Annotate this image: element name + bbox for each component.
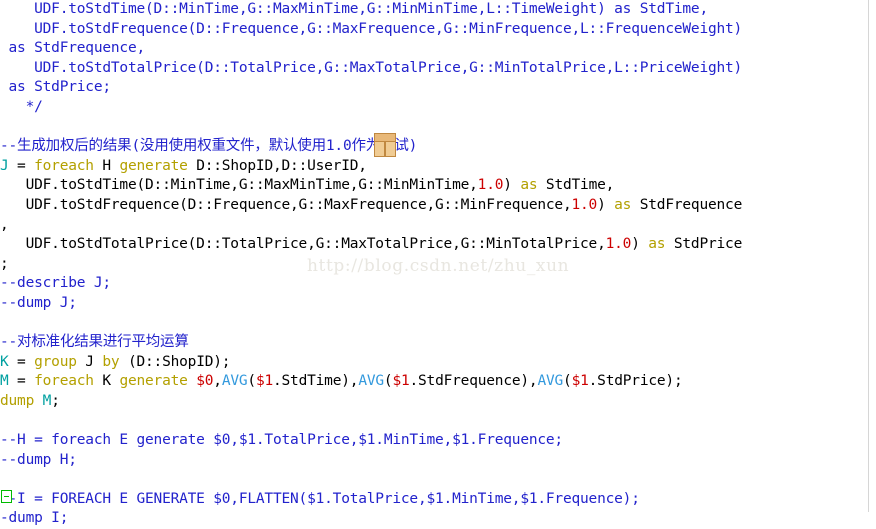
- code-token-comment: --对标准化结果进行平均运算: [0, 334, 189, 351]
- code-line[interactable]: M = foreach K generate $0,AVG($1.StdTime…: [0, 372, 876, 392]
- code-line[interactable]: --H = foreach E generate $0,$1.TotalPric…: [0, 431, 876, 451]
- code-line[interactable]: dump M;: [0, 392, 876, 412]
- code-token-function: AVG: [221, 373, 248, 390]
- code-line[interactable]: [0, 470, 876, 490]
- code-token-plain: K: [93, 373, 120, 390]
- code-line[interactable]: J = foreach H generate D::ShopID,D::User…: [0, 157, 876, 177]
- code-token-plain: H: [93, 157, 120, 174]
- code-token-plain: =: [8, 157, 35, 174]
- code-editor[interactable]: UDF.toStdTime(D::MinTime,G::MaxMinTime,G…: [0, 0, 876, 526]
- editor-right-rule: [868, 0, 869, 512]
- code-token-plain: (D::ShopID);: [119, 353, 231, 370]
- code-line[interactable]: as StdFrequence,: [0, 39, 876, 59]
- code-token-plain: UDF.toStdTime(D::MinTime,G::MaxMinTime,G…: [0, 177, 478, 194]
- code-token-comment: UDF.toStdTime(D::MinTime,G::MaxMinTime,G…: [0, 1, 708, 17]
- code-token-keyword: generate: [119, 157, 188, 174]
- code-line[interactable]: --dump H;: [0, 451, 876, 471]
- code-line[interactable]: UDF.toStdTime(D::MinTime,G::MaxMinTime,G…: [0, 176, 876, 196]
- code-token-plain: ,: [213, 373, 222, 390]
- code-token-plain: (: [247, 373, 256, 390]
- code-token-function: AVG: [358, 373, 384, 390]
- code-line[interactable]: UDF.toStdTotalPrice(D::TotalPrice,G::Max…: [0, 235, 876, 255]
- collapse-fold-marker[interactable]: [1, 490, 12, 503]
- code-line[interactable]: UDF.toStdTotalPrice(D::TotalPrice,G::Max…: [0, 59, 876, 79]
- code-line[interactable]: [0, 314, 876, 334]
- code-token-comment: --I = FOREACH E GENERATE $0,FLATTEN($1.T…: [0, 490, 640, 507]
- code-line[interactable]: as StdPrice;: [0, 78, 876, 98]
- code-token-comment: --dump J;: [0, 294, 77, 311]
- code-token-plain: UDF.toStdFrequence(D::Frequence,G::MaxFr…: [0, 196, 572, 213]
- code-token-plain: ): [503, 177, 521, 194]
- code-token-comment: */: [0, 98, 43, 115]
- code-token-keyword: as: [648, 236, 666, 253]
- code-token-comment: -dump I;: [0, 510, 69, 527]
- code-token-plain: =: [8, 373, 35, 390]
- code-token-comment: UDF.toStdTotalPrice(D::TotalPrice,G::Max…: [0, 59, 743, 76]
- code-token-plain: ): [597, 196, 615, 213]
- code-token-comment: UDF.toStdFrequence(D::Frequence,G::MaxFr…: [0, 20, 743, 37]
- code-token-function: AVG: [537, 373, 564, 390]
- code-token-keyword: foreach: [34, 157, 94, 174]
- code-token-plain: .StdPrice);: [588, 373, 683, 390]
- code-token-plain: ;: [0, 255, 9, 272]
- code-token-number: 1.0: [477, 177, 504, 194]
- code-line[interactable]: --对标准化结果进行平均运算: [0, 333, 876, 353]
- code-token-keyword: group: [34, 353, 77, 370]
- code-token-number: 1.0: [571, 196, 598, 213]
- code-token-plain: ,: [0, 216, 9, 233]
- code-token-comment: --生成加权后的结果(没用使用权重文件，默认使用1.0作为测试): [0, 138, 418, 155]
- code-line[interactable]: --I = FOREACH E GENERATE $0,FLATTEN($1.T…: [0, 490, 876, 510]
- code-token-comment: as StdFrequence,: [0, 40, 146, 57]
- code-line[interactable]: UDF.toStdFrequence(D::Frequence,G::MaxFr…: [0, 20, 876, 40]
- code-token-keyword: as: [520, 177, 538, 194]
- code-line[interactable]: UDF.toStdFrequence(D::Frequence,G::MaxFr…: [0, 196, 876, 216]
- code-token-plain: StdFrequence: [631, 196, 743, 213]
- code-line[interactable]: --dump J;: [0, 294, 876, 314]
- code-token-plain: (: [563, 373, 572, 390]
- code-token-keyword: as: [614, 196, 632, 213]
- code-token-number: $1: [392, 373, 410, 390]
- code-token-variable: M: [0, 373, 9, 390]
- code-token-comment: as StdPrice;: [0, 79, 112, 96]
- code-token-number: $1: [571, 373, 589, 390]
- code-token-plain: .StdTime),: [273, 373, 359, 390]
- code-token-number: $1: [255, 373, 273, 390]
- code-token-comment: --H = foreach E generate $0,$1.TotalPric…: [0, 432, 563, 449]
- code-token-comment: --dump H;: [0, 451, 77, 468]
- code-token-variable: M: [42, 392, 52, 409]
- code-token-variable: K: [0, 353, 9, 370]
- code-line[interactable]: -dump I;: [0, 509, 876, 529]
- code-token-plain: =: [8, 353, 35, 370]
- code-line[interactable]: [0, 411, 876, 431]
- code-token-number: 1.0: [605, 236, 632, 253]
- code-token-plain: ): [631, 236, 649, 253]
- code-token-plain: .StdFrequence),: [409, 373, 538, 390]
- code-line[interactable]: ,: [0, 216, 876, 236]
- code-line[interactable]: K = group J by (D::ShopID);: [0, 353, 876, 373]
- code-token-comment: --describe J;: [0, 275, 111, 292]
- code-token-plain: StdPrice: [665, 236, 743, 253]
- code-token-keyword: generate: [119, 373, 188, 390]
- code-line[interactable]: UDF.toStdTime(D::MinTime,G::MaxMinTime,G…: [0, 0, 876, 20]
- code-line[interactable]: [0, 118, 876, 138]
- code-line[interactable]: --describe J;: [0, 274, 876, 294]
- code-line[interactable]: */: [0, 98, 876, 118]
- code-token-keyword: by: [102, 353, 120, 370]
- code-token-variable: J: [0, 157, 9, 174]
- code-token-keyword: dump: [0, 392, 35, 409]
- code-line[interactable]: --生成加权后的结果(没用使用权重文件，默认使用1.0作为测试): [0, 137, 876, 157]
- code-token-plain: UDF.toStdTotalPrice(D::TotalPrice,G::Max…: [0, 236, 606, 253]
- code-token-keyword: foreach: [34, 373, 94, 390]
- code-token-plain: J: [76, 353, 103, 370]
- code-token-plain: StdTime,: [537, 177, 615, 194]
- code-token-plain: ;: [51, 392, 60, 409]
- csdn-watermark: http://blog.csdn.net/zhu_xun: [307, 256, 570, 276]
- code-token-number: $0: [196, 373, 214, 390]
- code-token-plain: D::ShopID,D::UserID,: [187, 157, 367, 174]
